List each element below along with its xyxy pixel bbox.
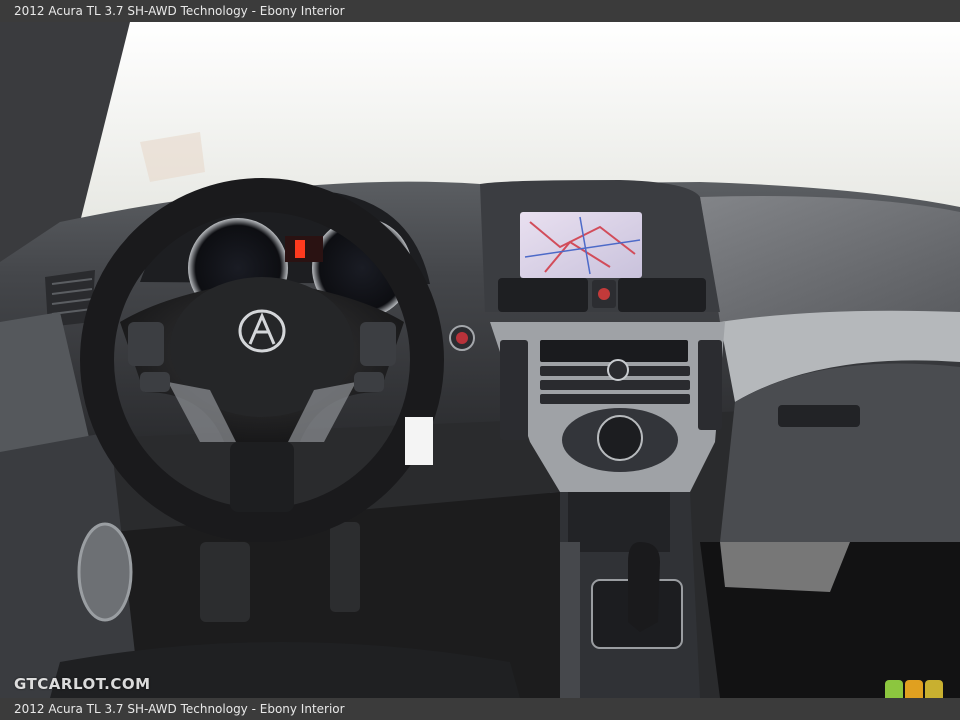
caption-title-top: 2012 Acura TL 3.7 SH-AWD Technology - Eb…: [14, 4, 345, 18]
interface-dial: [597, 415, 643, 461]
site-logo: [885, 680, 945, 698]
right-button-column: [698, 340, 722, 430]
watermark-text: GTCARLOT.COM: [14, 675, 151, 693]
floor-mat-pattern: [720, 542, 850, 592]
left-button-column: [500, 340, 528, 440]
hazard-icon: [598, 288, 610, 300]
dashboard-illustration: [0, 22, 960, 698]
engine-start-icon: [456, 332, 468, 344]
volume-knob: [607, 359, 629, 381]
console-storage-bin: [568, 492, 670, 552]
gas-pedal: [330, 522, 360, 612]
caption-title-bottom: 2012 Acura TL 3.7 SH-AWD Technology - Eb…: [14, 702, 345, 716]
gear-indicator-digit: [295, 240, 305, 258]
dashboard-right-panel: [700, 196, 960, 322]
key-tag: [405, 417, 433, 465]
brake-pedal: [200, 542, 250, 622]
caption-bar-bottom: 2012 Acura TL 3.7 SH-AWD Technology - Eb…: [0, 698, 960, 720]
logo-square-orange: [905, 680, 923, 698]
gear-shift-knob: [628, 542, 660, 632]
glovebox-handle: [778, 405, 860, 427]
center-vent-left: [498, 278, 588, 312]
caption-bar-top: 2012 Acura TL 3.7 SH-AWD Technology - Eb…: [0, 0, 960, 22]
steering-column-spoke: [230, 442, 294, 512]
logo-square-green: [885, 680, 903, 698]
door-speaker: [77, 522, 133, 622]
car-interior-photo: GTCARLOT.COM: [0, 22, 960, 698]
logo-square-yellow: [925, 680, 943, 698]
radio-display: [540, 340, 688, 362]
center-vent-right: [618, 278, 706, 312]
